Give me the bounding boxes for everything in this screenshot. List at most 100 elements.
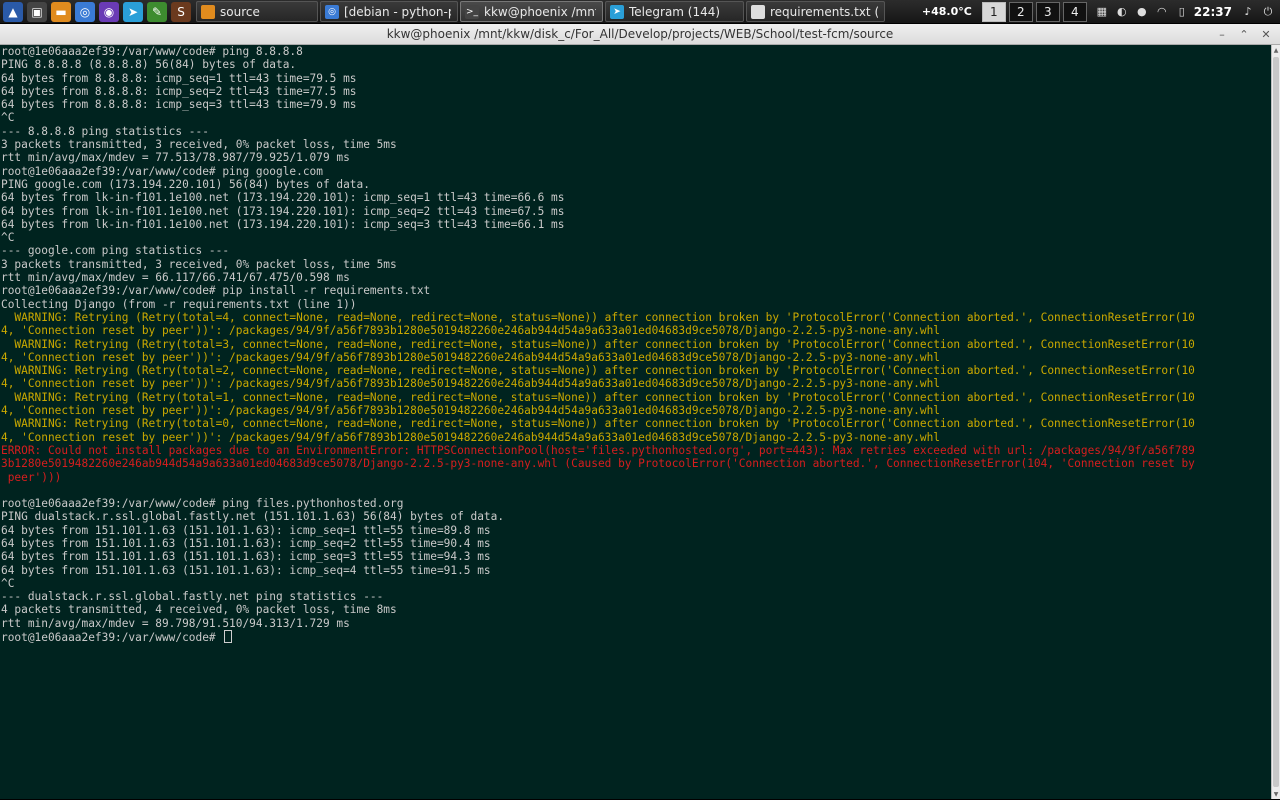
battery-icon[interactable]: ▯ bbox=[1174, 4, 1190, 20]
terminal-line: 64 bytes from 151.101.1.63 (151.101.1.63… bbox=[1, 536, 491, 550]
terminal-line: WARNING: Retrying (Retry(total=2, connec… bbox=[1, 364, 1195, 378]
terminal-line: rtt min/avg/max/mdev = 77.513/78.987/79.… bbox=[1, 151, 350, 165]
telegram-icon[interactable]: ➤ bbox=[123, 1, 143, 22]
terminal-output[interactable]: root@1e06aaa2ef39:/var/www/code# ping 8.… bbox=[0, 45, 1271, 799]
terminal-line: ERROR: Could not install packages due to… bbox=[1, 443, 1195, 457]
terminal-line: rtt min/avg/max/mdev = 66.117/66.741/67.… bbox=[1, 271, 350, 285]
scroll-down-icon[interactable]: ▼ bbox=[1272, 789, 1280, 799]
terminal-line: Collecting Django (from -r requirements.… bbox=[1, 297, 357, 311]
terminal-line: ^C bbox=[1, 231, 15, 245]
editor-icon[interactable]: ✎ bbox=[147, 1, 167, 22]
top-panel: ▲▣▬◎◉➤✎S source◎[debian - python-pip ...… bbox=[0, 0, 1280, 24]
flag-us-icon[interactable]: ▦ bbox=[1094, 4, 1110, 20]
terminal-line: 4, 'Connection reset by peer'))': /packa… bbox=[1, 324, 941, 338]
task-label: source bbox=[220, 4, 260, 19]
terminal-line: 3b1280e5019482260e246ab944d54a9a633a01ed… bbox=[1, 457, 1195, 471]
task-requirements[interactable]: requirements.txt (~/... bbox=[746, 1, 885, 22]
terminal-lines: root@1e06aaa2ef39:/var/www/code# ping 8.… bbox=[0, 45, 1271, 643]
clock[interactable]: 22:37 bbox=[1194, 5, 1232, 19]
terminal-line: PING 8.8.8.8 (8.8.8.8) 56(84) bytes of d… bbox=[1, 58, 297, 72]
cpu-temperature: +48.0°C bbox=[921, 5, 972, 18]
window-titlebar[interactable]: kkw@phoenix /mnt/kkw/disk_c/For_All/Deve… bbox=[0, 24, 1280, 45]
taskbar: source ◎ [debian - python-pip ... >_ kkw@pho… bbox=[194, 1, 885, 22]
task-label: kkw@phoenix /mnt/k... bbox=[484, 4, 596, 19]
power-icon[interactable]: ⏻ bbox=[1260, 4, 1276, 20]
terminal-line: root@1e06aaa2ef39:/var/www/code# pip ins… bbox=[1, 284, 431, 298]
system-tray: ▦ ◐ ● ◠ ▯ bbox=[1090, 4, 1190, 20]
terminal-line: 3 packets transmitted, 3 received, 0% pa… bbox=[1, 257, 397, 271]
terminal-line: root@1e06aaa2ef39:/var/www/code# ping 8.… bbox=[1, 45, 303, 58]
terminal-line: ^C bbox=[1, 576, 15, 590]
terminal-line: 3 packets transmitted, 3 received, 0% pa… bbox=[1, 138, 397, 152]
terminal-line: --- 8.8.8.8 ping statistics --- bbox=[1, 124, 209, 138]
terminal-line: WARNING: Retrying (Retry(total=0, connec… bbox=[1, 417, 1195, 431]
terminal-line: 64 bytes from 151.101.1.63 (151.101.1.63… bbox=[1, 550, 491, 564]
terminal-line: PING google.com (173.194.220.101) 56(84)… bbox=[1, 177, 370, 191]
task-terminal[interactable]: >_ kkw@phoenix /mnt/k... bbox=[460, 1, 603, 22]
document-icon bbox=[751, 4, 765, 19]
task-source[interactable]: source bbox=[196, 1, 318, 22]
terminal-line: 64 bytes from 151.101.1.63 (151.101.1.63… bbox=[1, 523, 491, 537]
terminal-line: 64 bytes from 8.8.8.8: icmp_seq=1 ttl=43… bbox=[1, 71, 357, 85]
terminal-icon: >_ bbox=[465, 4, 479, 19]
terminal-line: 4, 'Connection reset by peer'))': /packa… bbox=[1, 377, 941, 391]
telegram-icon: ➤ bbox=[610, 4, 624, 19]
terminal-line: --- dualstack.r.ssl.global.fastly.net pi… bbox=[1, 590, 384, 604]
window-title: kkw@phoenix /mnt/kkw/disk_c/For_All/Deve… bbox=[386, 27, 894, 41]
task-debian-python-pip[interactable]: ◎ [debian - python-pip ... bbox=[320, 1, 458, 22]
terminal-launcher-icon[interactable]: ▣ bbox=[27, 1, 47, 22]
chromium-icon[interactable]: ◎ bbox=[75, 1, 95, 22]
sublime-icon[interactable]: S bbox=[171, 1, 191, 22]
network-icon[interactable]: ◐ bbox=[1114, 4, 1130, 20]
terminal-line: 64 bytes from lk-in-f101.1e100.net (173.… bbox=[1, 204, 565, 218]
terminal-prompt: root@1e06aaa2ef39:/var/www/code# bbox=[1, 631, 223, 644]
terminal-line: --- google.com ping statistics --- bbox=[1, 244, 230, 258]
maximize-button[interactable]: ⌃ bbox=[1236, 26, 1252, 42]
terminal-line: PING dualstack.r.ssl.global.fastly.net (… bbox=[1, 510, 505, 524]
firefox-icon[interactable]: ◉ bbox=[99, 1, 119, 22]
terminal-line: 4, 'Connection reset by peer'))': /packa… bbox=[1, 430, 941, 444]
terminal-line: 64 bytes from lk-in-f101.1e100.net (173.… bbox=[1, 191, 565, 205]
terminal-line: WARNING: Retrying (Retry(total=4, connec… bbox=[1, 310, 1195, 324]
terminal-line: ^C bbox=[1, 111, 15, 125]
terminal-line: 64 bytes from 8.8.8.8: icmp_seq=3 ttl=43… bbox=[1, 98, 357, 112]
terminal-line: root@1e06aaa2ef39:/var/www/code# ping fi… bbox=[1, 497, 404, 511]
terminal-line: 64 bytes from 151.101.1.63 (151.101.1.63… bbox=[1, 563, 491, 577]
close-button[interactable]: ✕ bbox=[1258, 26, 1274, 42]
scrollbar-thumb[interactable] bbox=[1273, 57, 1279, 787]
folder-icon bbox=[201, 4, 215, 19]
terminal-line: root@1e06aaa2ef39:/var/www/code# ping go… bbox=[1, 164, 323, 178]
terminal-line: 64 bytes from 8.8.8.8: icmp_seq=2 ttl=43… bbox=[1, 84, 357, 98]
workspace-switcher: 1234 bbox=[981, 1, 1090, 22]
terminal-line: 4 packets transmitted, 4 received, 0% pa… bbox=[1, 603, 397, 617]
minimize-button[interactable]: – bbox=[1214, 26, 1230, 42]
system-tray-end: ♪ ⏻ bbox=[1236, 4, 1276, 20]
terminal-line: rtt min/avg/max/mdev = 89.798/91.510/94.… bbox=[1, 616, 350, 630]
terminal-line: 4, 'Connection reset by peer'))': /packa… bbox=[1, 350, 941, 364]
terminal-scrollbar[interactable]: ▲ ▼ bbox=[1271, 45, 1280, 799]
terminal-line: peer'))) bbox=[1, 470, 62, 484]
terminal-line: WARNING: Retrying (Retry(total=3, connec… bbox=[1, 337, 1195, 351]
launcher-bar: ▲ ▣ ▬ ◎ ◉ ➤ ✎ S bbox=[0, 1, 192, 22]
task-label: requirements.txt (~/... bbox=[770, 4, 878, 19]
terminal-line: 4, 'Connection reset by peer'))': /packa… bbox=[1, 404, 941, 418]
music-icon[interactable]: ♪ bbox=[1240, 4, 1256, 20]
scroll-up-icon[interactable]: ▲ bbox=[1272, 45, 1280, 55]
menu-icon[interactable]: ▲ bbox=[3, 1, 23, 22]
folder-icon[interactable]: ▬ bbox=[51, 1, 71, 22]
terminal-line: WARNING: Retrying (Retry(total=1, connec… bbox=[1, 390, 1195, 404]
user-icon[interactable]: ● bbox=[1134, 4, 1150, 20]
terminal-cursor bbox=[224, 630, 233, 644]
chromium-icon: ◎ bbox=[325, 4, 339, 19]
task-label: [debian - python-pip ... bbox=[344, 4, 451, 19]
terminal-line: 64 bytes from lk-in-f101.1e100.net (173.… bbox=[1, 217, 565, 231]
workspace-1[interactable]: 1 bbox=[981, 1, 1006, 22]
workspace-3[interactable]: 3 bbox=[1035, 1, 1060, 22]
terminal-prompt-line: root@1e06aaa2ef39:/var/www/code# bbox=[1, 630, 1271, 643]
task-telegram[interactable]: ➤ Telegram (144) bbox=[605, 1, 744, 22]
task-label: Telegram (144) bbox=[629, 4, 721, 19]
wifi-icon[interactable]: ◠ bbox=[1154, 4, 1170, 20]
workspace-2[interactable]: 2 bbox=[1008, 1, 1033, 22]
workspace-4[interactable]: 4 bbox=[1062, 1, 1087, 22]
